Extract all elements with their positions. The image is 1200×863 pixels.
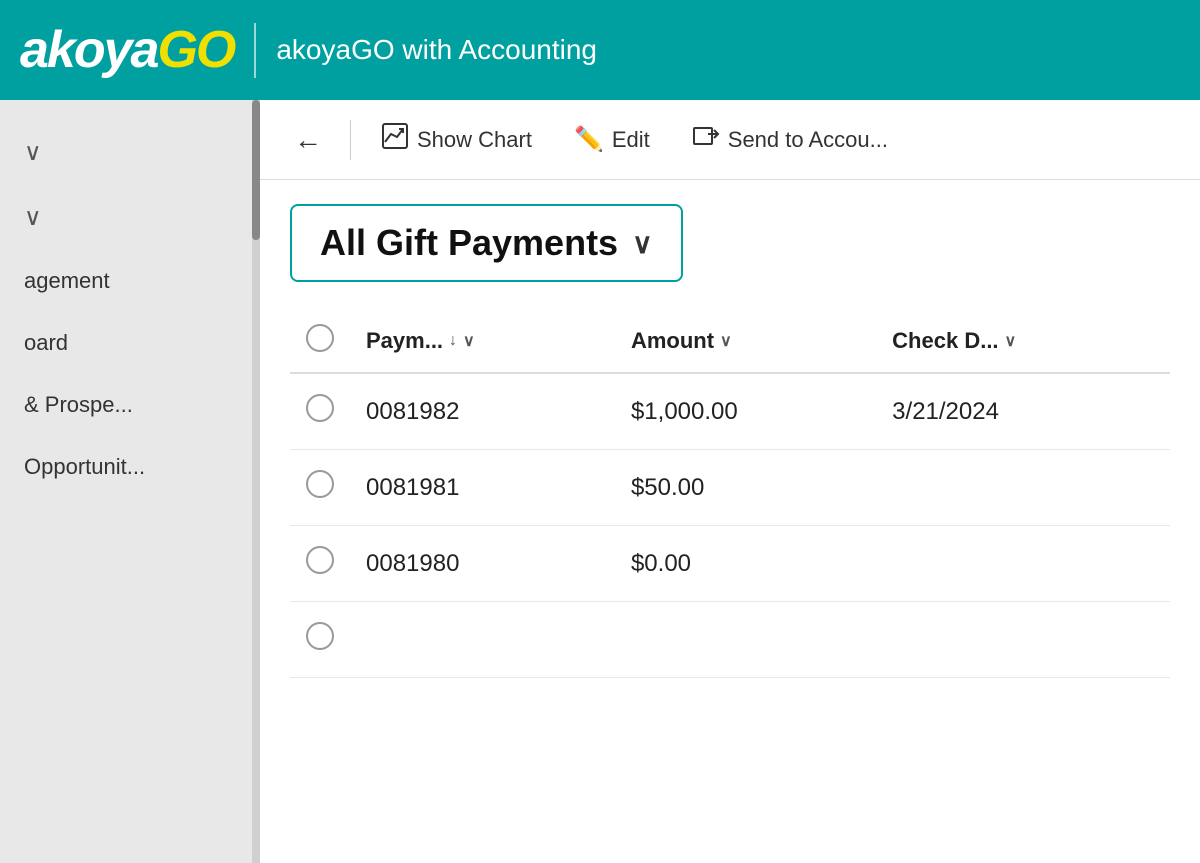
sidebar-scrollbar-thumb <box>252 100 260 240</box>
toolbar: ← Show Chart ✏️ Edit <box>260 100 1200 180</box>
table-row <box>290 602 1170 678</box>
title-dropdown-chevron-icon: ∨ <box>632 227 653 260</box>
row-1-payment[interactable]: 0081982 <box>350 373 615 450</box>
logo-divider <box>254 23 256 78</box>
sidebar-items: ∨ ∨ agement oard & Prospe... Opportunit.… <box>0 100 260 863</box>
th-check-date-sort[interactable]: Check D... ∨ <box>892 328 1154 354</box>
row-3-amount: $0.00 <box>615 526 876 602</box>
row-2-checkbox-cell <box>290 450 350 526</box>
main-content: ← Show Chart ✏️ Edit <box>260 100 1200 863</box>
row-2-amount: $50.00 <box>615 450 876 526</box>
row-3-checkbox[interactable] <box>306 546 334 574</box>
row-4-amount <box>615 602 876 678</box>
sidebar-item-opportunities[interactable]: Opportunit... <box>0 436 260 498</box>
th-payment-label: Paym... <box>366 328 443 354</box>
payments-table: Paym... ↓ ∨ Amount ∨ <box>290 310 1170 678</box>
app-title: akoyaGO with Accounting <box>276 34 597 66</box>
title-dropdown-label: All Gift Payments <box>320 222 618 264</box>
edit-button[interactable]: ✏️ Edit <box>558 115 666 164</box>
chevron-icon-2: ∨ <box>24 203 42 232</box>
logo-go: GO <box>157 20 234 80</box>
th-payment-sort[interactable]: Paym... ↓ ∨ <box>366 328 599 354</box>
toolbar-divider-1 <box>350 120 351 160</box>
edit-label: Edit <box>612 127 650 153</box>
show-chart-label: Show Chart <box>417 127 532 153</box>
row-1-check-date: 3/21/2024 <box>876 373 1170 450</box>
row-4-check-date <box>876 602 1170 678</box>
send-to-account-button[interactable]: Send to Accou... <box>676 112 904 167</box>
th-payment: Paym... ↓ ∨ <box>350 310 615 373</box>
main-layout: ∨ ∨ agement oard & Prospe... Opportunit.… <box>0 100 1200 863</box>
sidebar-item-management-label: agement <box>24 268 110 294</box>
row-3-check-date <box>876 526 1170 602</box>
sidebar-item-2[interactable]: ∨ <box>0 185 260 250</box>
row-2-checkbox[interactable] <box>306 470 334 498</box>
row-1-checkbox[interactable] <box>306 394 334 422</box>
sidebar-item-opportunities-label: Opportunit... <box>24 454 145 480</box>
row-4-checkbox-cell <box>290 602 350 678</box>
chevron-icon-1: ∨ <box>24 138 42 167</box>
sidebar-item-board-label: oard <box>24 330 68 356</box>
table-header-row: Paym... ↓ ∨ Amount ∨ <box>290 310 1170 373</box>
row-1-amount: $1,000.00 <box>615 373 876 450</box>
show-chart-button[interactable]: Show Chart <box>365 112 548 167</box>
row-3-checkbox-cell <box>290 526 350 602</box>
sort-down-icon: ↓ <box>449 332 457 350</box>
row-4-checkbox[interactable] <box>306 622 334 650</box>
back-button[interactable]: ← <box>280 116 336 164</box>
sidebar-item-prospects[interactable]: & Prospe... <box>0 374 260 436</box>
logo-akoya: akoya <box>20 20 157 80</box>
content-body: All Gift Payments ∨ Paym... ↓ ∨ <box>260 180 1200 863</box>
send-icon <box>692 122 720 157</box>
th-check-date-label: Check D... <box>892 328 998 354</box>
sidebar: ∨ ∨ agement oard & Prospe... Opportunit.… <box>0 100 260 863</box>
table-row: 0081981 $50.00 <box>290 450 1170 526</box>
amount-filter-icon[interactable]: ∨ <box>720 331 732 351</box>
payment-filter-icon[interactable]: ∨ <box>463 331 475 351</box>
chart-icon <box>381 122 409 157</box>
check-date-filter-icon[interactable]: ∨ <box>1005 331 1017 351</box>
edit-icon: ✏️ <box>574 125 604 154</box>
th-amount-sort[interactable]: Amount ∨ <box>631 328 860 354</box>
send-to-account-label: Send to Accou... <box>728 127 888 153</box>
table-row: 0081980 $0.00 <box>290 526 1170 602</box>
row-1-checkbox-cell <box>290 373 350 450</box>
sidebar-item-prospects-label: & Prospe... <box>24 392 133 418</box>
sidebar-item-management[interactable]: agement <box>0 250 260 312</box>
title-dropdown[interactable]: All Gift Payments ∨ <box>290 204 683 282</box>
sidebar-scrollbar[interactable] <box>252 100 260 863</box>
th-amount: Amount ∨ <box>615 310 876 373</box>
sidebar-item-1[interactable]: ∨ <box>0 120 260 185</box>
row-2-payment[interactable]: 0081981 <box>350 450 615 526</box>
th-amount-label: Amount <box>631 328 714 354</box>
sidebar-item-board[interactable]: oard <box>0 312 260 374</box>
row-2-check-date <box>876 450 1170 526</box>
th-check-date: Check D... ∨ <box>876 310 1170 373</box>
th-checkbox <box>290 310 350 373</box>
row-3-payment[interactable]: 0081980 <box>350 526 615 602</box>
logo: akoya GO <box>20 20 234 80</box>
table-row: 0081982 $1,000.00 3/21/2024 <box>290 373 1170 450</box>
header-checkbox[interactable] <box>306 324 334 352</box>
row-4-payment <box>350 602 615 678</box>
app-header: akoya GO akoyaGO with Accounting <box>0 0 1200 100</box>
